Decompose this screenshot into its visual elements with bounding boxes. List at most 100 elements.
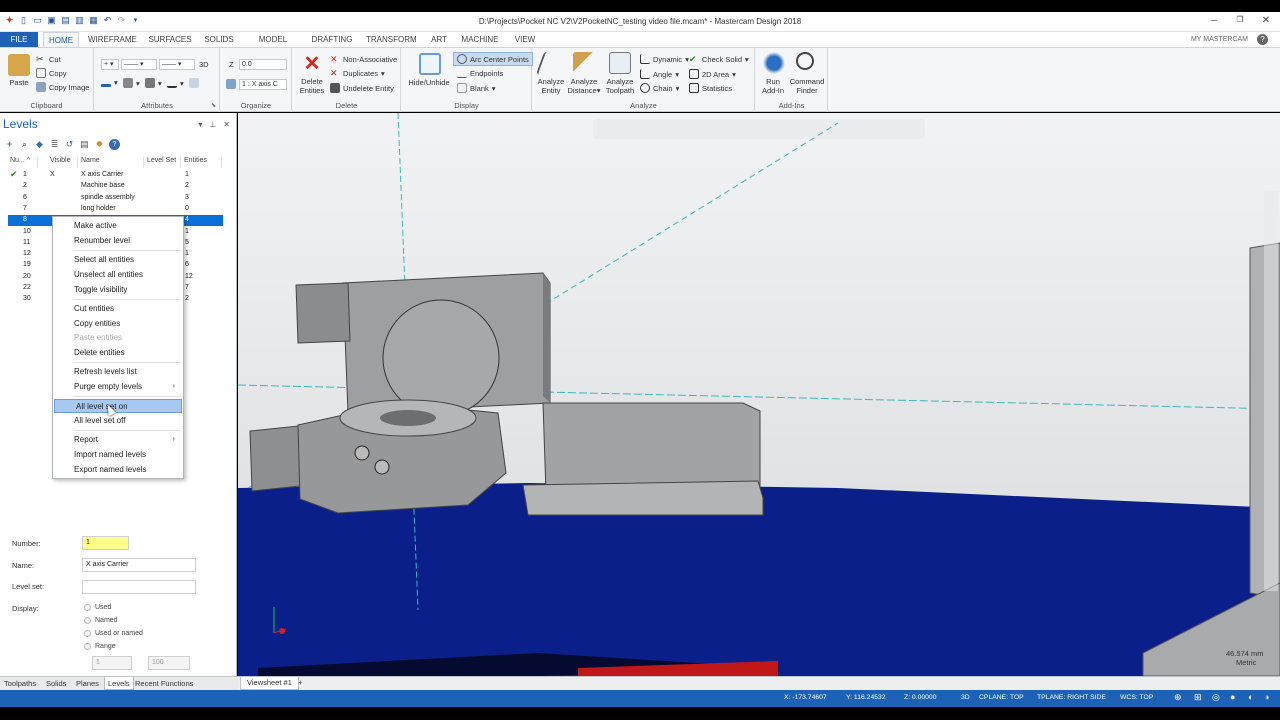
display-range-radio[interactable]: Range [84,643,116,650]
grid-icon[interactable]: ⊞ [1194,692,1202,703]
column-header-visible[interactable]: Visible [48,157,78,168]
name-field[interactable]: X axis Carrier [82,558,196,572]
line-width-select[interactable]: —— ▾ [159,59,195,70]
hide-unhide-icon[interactable] [419,53,441,75]
status-mode[interactable]: 3D [961,694,970,701]
globe-icon[interactable]: ⊕ [1174,692,1182,703]
tab-drafting[interactable]: DRAFTING [311,32,353,47]
column-header-name[interactable]: Name [79,157,144,168]
run-addin-button[interactable]: Run Add-In [756,77,790,95]
tab-levels[interactable]: Levels [104,677,134,690]
menu-cut-entities[interactable]: Cut entities [53,302,183,316]
analyze-entity-icon[interactable] [535,52,567,74]
angle-button[interactable]: Angle ▾ [640,69,679,79]
add-level-icon[interactable]: + [4,139,15,150]
tab-transform[interactable]: TRANSFORM [366,32,417,47]
analyze-entity-button[interactable]: Analyze Entity [534,77,568,95]
analyze-distance-button[interactable]: Analyze Distance▾ [565,77,603,95]
paste-button[interactable]: Paste [3,78,35,87]
display-used-radio[interactable]: Used [84,604,111,611]
analyze-toolpath-button[interactable]: Analyze Toolpath [601,77,639,95]
restore-button[interactable]: ❐ [1234,15,1246,26]
help-icon[interactable]: ? [109,139,120,150]
menu-copy-entities[interactable]: Copy entities [53,317,183,331]
add-viewsheet-button[interactable]: + [298,678,303,687]
arc-center-points-button[interactable]: Arc Center Points [453,52,533,66]
status-tplane[interactable]: TPLANE: RIGHT SIDE [1037,694,1106,701]
blank-button[interactable]: Blank ▾ [457,83,496,93]
menu-unselect-all-entities[interactable]: Unselect all entities [53,268,183,282]
area-2d-button[interactable]: 2D Area ▾ [689,69,736,79]
display-used-or-named-radio[interactable]: Used or named [84,630,143,637]
status-cplane[interactable]: CPLANE: TOP [979,694,1024,701]
status-wcs[interactable]: WCS: TOP [1120,694,1153,701]
display-named-radio[interactable]: Named [84,617,118,624]
find-level-icon[interactable]: ⌕ [19,139,30,150]
panel-menu-icon[interactable]: ▾ [198,120,202,129]
check-solid-button[interactable]: ✔ Check Solid ▾ [689,54,749,64]
wire-color-button[interactable]: ▾ [101,78,118,87]
column-header-entities[interactable]: Entities [182,157,222,168]
floating-view-toolbar[interactable] [593,119,925,139]
transparency-icon[interactable]: ◑ [1264,692,1269,702]
gear-icon[interactable] [763,52,785,74]
clipboard-icon[interactable]: ▤ [79,139,90,150]
column-header-number[interactable]: Nu... ^ [8,157,38,168]
undelete-entity-button[interactable]: Undelete Entity [330,83,394,93]
duplicates-button[interactable]: ✕ Duplicates ▾ [330,68,385,78]
tab-file[interactable]: FILE [0,32,38,47]
active-level-select[interactable]: 1 : X axis C [239,79,287,90]
command-finder-button[interactable]: Command Finder [788,77,826,95]
tab-view[interactable]: VIEW [512,32,538,47]
my-mastercam-link[interactable]: MY MASTERCAM [1191,36,1248,43]
help-icon[interactable]: ? [1257,34,1268,45]
menu-toggle-visibility[interactable]: Toggle visibility [53,283,183,297]
search-icon[interactable] [796,52,814,70]
menu-export-named-levels[interactable]: Export named levels [53,463,183,477]
table-row[interactable]: ✔ 1 X X axis Carrier 1 [8,169,223,181]
close-button[interactable]: ✕ [1260,15,1272,26]
minimize-button[interactable]: – [1208,15,1220,26]
non-associative-button[interactable]: ✕ Non-Associative [330,54,397,64]
menu-report[interactable]: Report › [53,433,183,447]
viewport-canvas[interactable]: 46.574 mm Metric [238,113,1280,676]
dynamic-button[interactable]: Dynamic ▾ [640,54,689,64]
surface-color-button[interactable]: ▾ [123,78,140,88]
hide-unhide-button[interactable]: Hide/Unhide [404,78,454,87]
attributes-3d-toggle[interactable]: 3D [199,60,209,69]
menu-all-level-set-off[interactable]: All level set off [53,414,183,428]
cut-button[interactable]: ✂ Cut [36,54,61,64]
tab-solids[interactable]: SOLIDS [203,32,235,47]
refresh-icon[interactable]: ↺ [64,139,75,150]
solid-color-button[interactable]: ▾ [145,78,162,88]
analyze-toolpath-icon[interactable] [609,52,631,74]
pin-icon[interactable]: ⊥ [209,120,216,129]
statistics-button[interactable]: Statistics [689,83,732,93]
table-row[interactable]: 6 spindle assembly 3 [8,193,223,204]
shaded-icon[interactable]: ● [1230,692,1235,702]
tab-model-prep[interactable]: MODEL PREP [247,32,299,59]
table-row[interactable]: 2 Machine base 2 [8,181,223,192]
viewsheet-tab[interactable]: Viewsheet #1 [240,677,299,690]
delete-entities-button[interactable]: Delete Entities [294,77,330,95]
tab-planes[interactable]: Planes [76,679,99,688]
chain-button[interactable]: Chain ▾ [640,83,679,93]
menu-make-active[interactable]: Make active [53,219,183,233]
view-tools-strip[interactable] [1264,191,1278,591]
range-from-field[interactable]: 1 [92,656,132,670]
number-field[interactable]: 1 [82,536,129,550]
tab-art[interactable]: ART [428,32,450,47]
line-style-select[interactable]: —— ▾ [121,59,157,70]
column-header-level-set[interactable]: Level Set [145,157,181,168]
menu-refresh-levels-list[interactable]: Refresh levels list [53,365,183,379]
endpoints-button[interactable]: Endpoints [457,68,503,78]
copy-button[interactable]: Copy [36,68,67,78]
tab-recent-functions[interactable]: Recent Functions [135,679,193,688]
tab-toolpaths[interactable]: Toolpaths [4,679,36,688]
tab-machine[interactable]: MACHINE [460,32,500,47]
menu-renumber-level[interactable]: Renumber level [53,234,183,248]
menu-delete-entities[interactable]: Delete entities [53,346,183,360]
analyze-distance-icon[interactable] [573,52,595,74]
clear-attributes-button[interactable] [189,78,199,88]
tab-solids-manager[interactable]: Solids [46,679,66,688]
